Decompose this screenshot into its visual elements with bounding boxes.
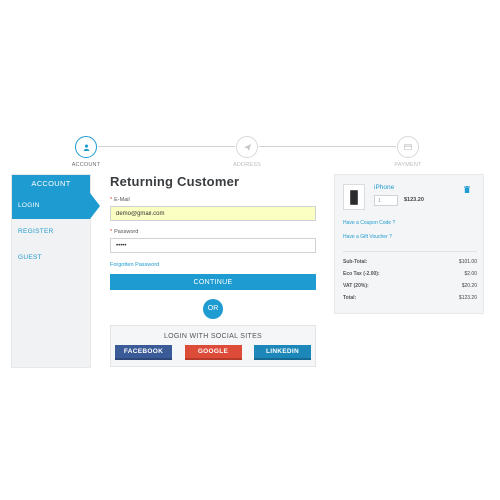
forgot-password-link[interactable]: Forgotten Password	[110, 262, 316, 268]
or-badge: OR	[203, 299, 223, 319]
step-account[interactable]: ACCOUNT	[56, 136, 116, 168]
credit-card-icon	[404, 144, 412, 150]
linkedin-button[interactable]: LINKEDIN	[254, 345, 311, 360]
product-thumbnail[interactable]	[343, 184, 365, 210]
step-payment[interactable]: PAYMENT	[378, 136, 438, 168]
password-label: * Password	[110, 229, 316, 235]
required-marker: *	[110, 197, 113, 203]
password-field[interactable]	[110, 238, 316, 253]
quantity-input[interactable]	[374, 195, 398, 206]
email-label: * E-Mail	[110, 197, 316, 203]
coupon-code-link[interactable]: Have a Coupon Code ?	[343, 220, 395, 226]
checkout-progress: ACCOUNT ADDRESS PAYMENT	[0, 0, 500, 175]
progress-line	[98, 146, 235, 147]
step-address-label: ADDRESS	[233, 162, 261, 168]
sidebar-item-register[interactable]: REGISTER	[12, 219, 90, 245]
or-separator: OR	[110, 297, 316, 319]
product-price: $123.20	[404, 197, 424, 203]
trash-icon[interactable]	[464, 186, 470, 193]
vat-value: $20.20	[461, 283, 477, 289]
total-value: $123.20	[458, 295, 477, 301]
eco-tax-row: Eco Tax (-2.00): $2.00	[343, 271, 477, 277]
step-payment-circle	[397, 136, 419, 158]
facebook-button[interactable]: FACEBOOK	[115, 345, 172, 360]
paper-plane-icon	[243, 143, 251, 151]
page-title: Returning Customer	[110, 174, 240, 189]
eco-tax-label: Eco Tax (-2.00):	[343, 271, 380, 277]
step-payment-label: PAYMENT	[394, 162, 422, 168]
progress-line	[259, 146, 396, 147]
eco-tax-value: $2.00	[464, 271, 477, 277]
phone-image	[350, 189, 358, 205]
vat-row: VAT (20%): $20.20	[343, 283, 477, 289]
email-label-text: E-Mail	[114, 197, 130, 203]
cart-divider	[343, 251, 477, 252]
account-sidebar: ACCOUNT LOGIN REGISTER GUEST	[11, 174, 100, 368]
social-login-title: LOGIN WITH SOCIAL SITES	[163, 333, 263, 340]
password-label-text: Password	[114, 229, 139, 235]
email-field[interactable]	[110, 206, 316, 221]
step-account-label: ACCOUNT	[71, 162, 101, 168]
user-icon	[83, 144, 89, 151]
sidebar-item-login[interactable]: LOGIN	[12, 193, 100, 219]
gift-voucher-link[interactable]: Have a Gift Voucher ?	[343, 234, 392, 240]
step-address-circle	[236, 136, 258, 158]
social-buttons: FACEBOOK GOOGLE LINKEDIN	[111, 345, 315, 360]
step-account-circle	[75, 136, 97, 158]
required-marker: *	[110, 229, 113, 235]
social-login-panel: LOGIN WITH SOCIAL SITES FACEBOOK GOOGLE …	[110, 325, 316, 367]
cart-summary: iPhone $123.20 Have a Coupon Code ? Have…	[334, 174, 484, 314]
login-form: Returning Customer *E-Mail *Password For…	[110, 174, 316, 367]
vat-label: VAT (20%):	[343, 283, 369, 289]
total-label: Total:	[343, 295, 357, 301]
sidebar-item-guest[interactable]: GUEST	[12, 245, 90, 271]
total-row: Total: $123.20	[343, 295, 477, 301]
subtotal-value: $101.00	[458, 259, 477, 265]
google-button[interactable]: GOOGLE	[184, 345, 242, 360]
step-address[interactable]: ADDRESS	[217, 136, 277, 168]
subtotal-label: Sub-Total:	[343, 259, 368, 265]
subtotal-row: Sub-Total: $101.00	[343, 259, 477, 265]
sidebar-header: ACCOUNT	[12, 175, 90, 193]
continue-button[interactable]: CONTINUE	[110, 274, 316, 290]
product-name-link[interactable]: iPhone	[374, 184, 394, 191]
